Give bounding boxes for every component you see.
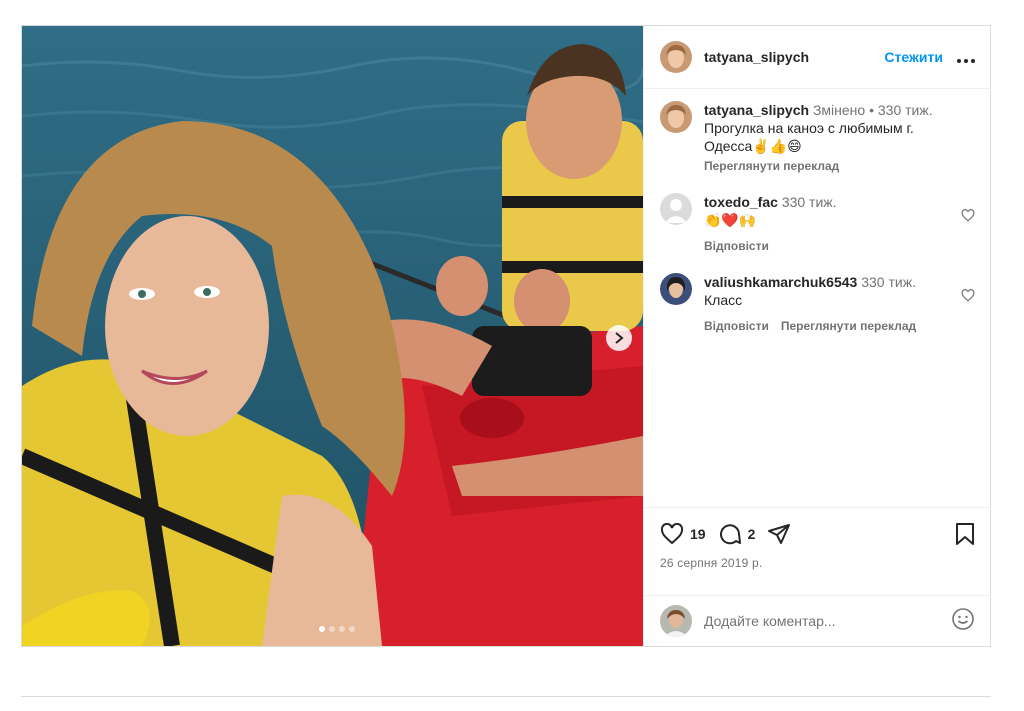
carousel-indicator: [319, 626, 355, 632]
comment-item: toxedo_fac 330 тиж. 👏❤️🙌 Відповісти: [660, 193, 975, 255]
comment-age[interactable]: 330 тиж.: [782, 194, 837, 210]
author-username[interactable]: tatyana_slipych: [704, 49, 809, 65]
bookmark-icon: [956, 523, 974, 545]
photo-illustration: [22, 26, 643, 646]
avatar-image: [660, 605, 692, 637]
page-divider: [21, 696, 991, 697]
more-options-button[interactable]: [957, 48, 975, 66]
post-actions: 19 2 26 серпня 2019 р.: [644, 507, 991, 595]
comment-username[interactable]: toxedo_fac: [704, 194, 778, 210]
author-avatar[interactable]: [660, 41, 692, 73]
heart-icon: [961, 209, 975, 222]
emoji-button[interactable]: [951, 607, 975, 636]
commenter-avatar[interactable]: [660, 193, 692, 225]
post-photo[interactable]: [22, 26, 643, 646]
comment-body: valiushkamarchuk6543 330 тиж. Класс Відп…: [704, 273, 954, 335]
comment-actions: Відповісти: [704, 237, 954, 255]
carousel-dot: [339, 626, 345, 632]
see-translation-link[interactable]: Переглянути переклад: [781, 317, 916, 335]
comment-text: Класс: [704, 292, 743, 308]
chevron-right-icon: [615, 332, 624, 344]
author-avatar[interactable]: [660, 101, 692, 133]
caption-age[interactable]: 330 тиж.: [878, 102, 933, 118]
comment-button[interactable]: [718, 522, 742, 546]
caption: tatyana_slipych Змінено • 330 тиж. Прогу…: [660, 101, 975, 175]
caption-body: tatyana_slipych Змінено • 330 тиж. Прогу…: [704, 101, 954, 175]
smiley-icon: [952, 607, 974, 630]
reply-button[interactable]: Відповісти: [704, 317, 769, 335]
comment-input[interactable]: [704, 613, 924, 629]
add-comment-bar: [644, 595, 991, 646]
carousel-next-button[interactable]: [606, 325, 632, 351]
post-header: tatyana_slipych Стежити: [644, 26, 991, 89]
post-card: tatyana_slipych Стежити tatyana_slipych …: [21, 25, 991, 647]
save-button[interactable]: [955, 522, 975, 546]
avatar-image: [660, 101, 692, 133]
comment-username[interactable]: valiushkamarchuk6543: [704, 274, 857, 290]
caption-username[interactable]: tatyana_slipych: [704, 102, 809, 118]
carousel-dot: [319, 626, 325, 632]
current-user-avatar: [660, 605, 692, 637]
avatar-image: [660, 41, 692, 73]
comment-like-button[interactable]: [961, 289, 975, 307]
comment-item: valiushkamarchuk6543 330 тиж. Класс Відп…: [660, 273, 975, 335]
post-side-panel: tatyana_slipych Стежити tatyana_slipych …: [643, 26, 991, 646]
follow-button[interactable]: Стежити: [884, 49, 943, 65]
like-count[interactable]: 19: [690, 526, 706, 542]
carousel-dot: [329, 626, 335, 632]
comment-actions: Відповісти Переглянути переклад: [704, 317, 954, 335]
heart-icon: [660, 523, 684, 545]
comments-section: tatyana_slipych Змінено • 330 тиж. Прогу…: [644, 89, 991, 507]
comment-count[interactable]: 2: [748, 526, 756, 542]
comment-bubble-icon: [719, 524, 741, 545]
heart-icon: [961, 289, 975, 302]
comment-age[interactable]: 330 тиж.: [861, 274, 916, 290]
carousel-dot: [349, 626, 355, 632]
paper-plane-icon: [768, 524, 791, 544]
like-button[interactable]: [660, 523, 684, 545]
comment-text: 👏❤️🙌: [704, 212, 757, 228]
reply-button[interactable]: Відповісти: [704, 237, 769, 255]
avatar-image: [660, 273, 692, 305]
action-icons-row: 19 2: [660, 508, 975, 560]
caption-edited: Змінено •: [812, 102, 874, 118]
share-button[interactable]: [767, 522, 791, 546]
comment-like-button[interactable]: [961, 209, 975, 227]
post-date[interactable]: 26 серпня 2019 р.: [660, 556, 975, 570]
comment-body: toxedo_fac 330 тиж. 👏❤️🙌 Відповісти: [704, 193, 954, 255]
default-avatar-icon: [660, 193, 692, 225]
more-dots-icon: [957, 59, 975, 63]
see-translation-link[interactable]: Переглянути переклад: [704, 157, 954, 175]
commenter-avatar[interactable]: [660, 273, 692, 305]
caption-text: Прогулка на каноэ с любимым г. Одесса✌️👍…: [704, 120, 914, 154]
